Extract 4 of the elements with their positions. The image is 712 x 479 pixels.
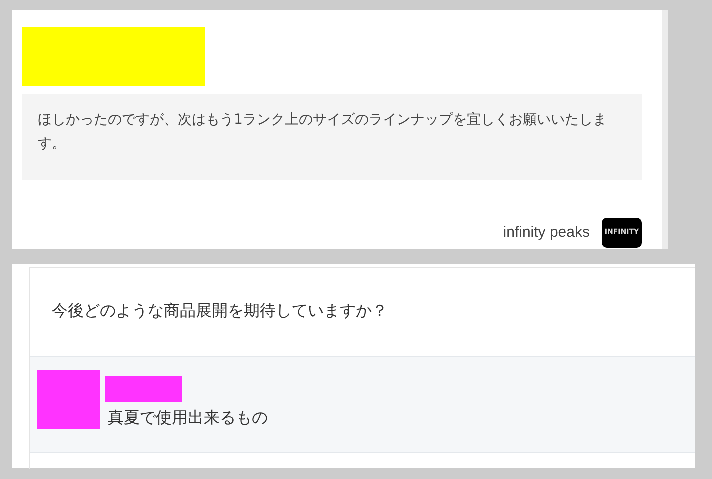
- answer-text: 真夏で使用出来るもの: [108, 408, 268, 429]
- review-comment: ほしかったのですが、次はもう1ランク上のサイズのラインナップを宜しくお願いいたします。: [22, 94, 642, 180]
- shop-name: infinity peaks: [503, 224, 590, 241]
- survey-question: 今後どのような商品展開を期待していますか？: [51, 300, 389, 322]
